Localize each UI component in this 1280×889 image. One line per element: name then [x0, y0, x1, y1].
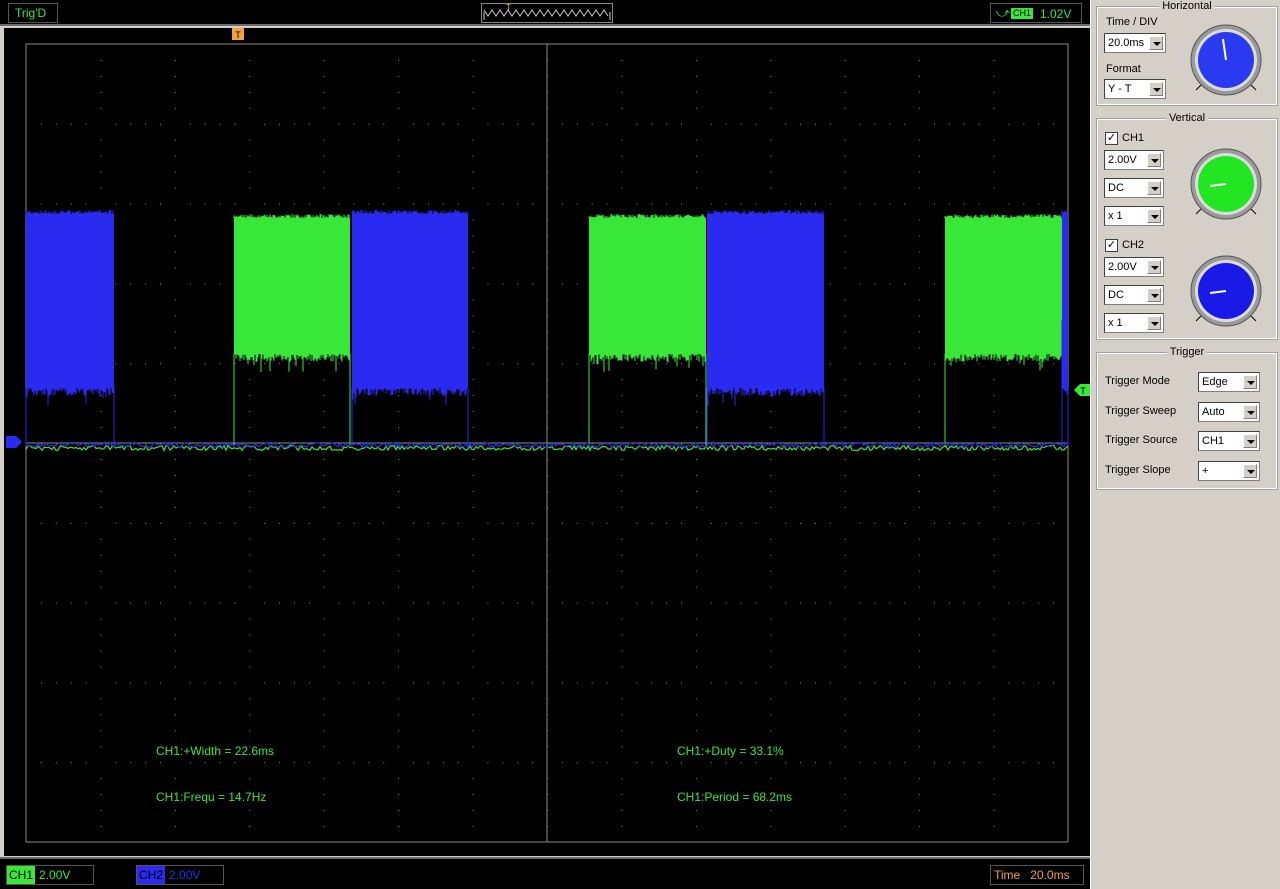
trigger-sweep-select[interactable]: Auto	[1198, 402, 1260, 422]
chevron-down-icon	[1147, 316, 1161, 330]
ch2-scale-indicator: CH2 2.00V	[136, 865, 224, 885]
waveform-area: T T CH1:+Width = 22.6ms CH1:+Duty = 33.1…	[6, 28, 1090, 843]
ch1-scale-indicator: CH1 2.00V	[6, 865, 94, 885]
ch2-label: CH2	[1122, 239, 1145, 251]
vertical-group: Vertical ✓ CH1 2.00V DC x 1 ✓ CH2 2.00V …	[1096, 112, 1278, 340]
trigger-position-preview[interactable]: T	[481, 3, 613, 23]
vertical-title: Vertical	[1165, 112, 1209, 124]
trigger-channel-badge: CH1	[1011, 8, 1034, 19]
time-div-label: Time / DIV	[1106, 16, 1158, 28]
chevron-down-icon	[1243, 434, 1257, 448]
time-label: Time	[994, 868, 1021, 882]
chevron-down-icon	[1243, 405, 1257, 419]
trigger-position-marker[interactable]: T	[232, 28, 244, 40]
ch2-volts-select[interactable]: 2.00V	[1104, 257, 1164, 277]
chevron-down-icon	[1147, 260, 1161, 274]
trigger-slope-label: Trigger Slope	[1105, 464, 1171, 476]
ch2-burst	[25, 210, 115, 446]
ch2-volts-knob[interactable]	[1188, 255, 1264, 331]
scope-display[interactable]: T T CH1:+Width = 22.6ms CH1:+Duty = 33.1…	[4, 28, 1090, 856]
ch-ground-marker[interactable]	[6, 436, 22, 448]
trigger-info: ⤻ CH1 1.02V	[990, 3, 1082, 23]
ch1-label: CH1	[1122, 132, 1145, 144]
trigger-sweep-label: Trigger Sweep	[1105, 405, 1177, 417]
ch2-scale: 2.00V	[169, 868, 201, 882]
trigger-level-marker[interactable]: T	[1074, 384, 1090, 396]
ch1-coupling-select[interactable]: DC	[1104, 178, 1164, 198]
grid	[25, 43, 1069, 843]
ch1-burst	[944, 214, 1063, 446]
trigger-source-label: Trigger Source	[1105, 434, 1178, 446]
control-panel: Horizontal Time / DIV 20.0ms Format Y - …	[1090, 0, 1280, 889]
time-base-knob[interactable]	[1188, 24, 1264, 100]
rising-edge-icon: ⤻	[996, 5, 1010, 20]
time-base-indicator: Time 20.0ms	[990, 865, 1084, 885]
chevron-down-icon	[1147, 153, 1161, 167]
trigger-title: Trigger	[1166, 346, 1208, 358]
ch1-tag: CH1	[7, 866, 36, 884]
trigger-group: Trigger Trigger Mode Edge Trigger Sweep …	[1096, 346, 1278, 490]
trigger-mode-label: Trigger Mode	[1105, 375, 1171, 387]
ch2-probe-select[interactable]: x 1	[1104, 313, 1164, 333]
ch1-scale: 2.00V	[39, 868, 71, 882]
ch2-burst	[1061, 210, 1069, 446]
measurements: CH1:+Width = 22.6ms CH1:+Duty = 33.1% CH…	[156, 744, 792, 804]
chevron-down-icon	[1147, 288, 1161, 302]
ch1-burst	[588, 214, 707, 446]
trigger-slope-select[interactable]: +	[1198, 461, 1260, 481]
ch1-volts-select[interactable]: 2.00V	[1104, 150, 1164, 170]
measurement-frequency: CH1:Frequ = 14.7Hz	[156, 790, 266, 804]
ch1-burst	[233, 214, 351, 446]
trigger-status: Trig'D	[8, 3, 58, 23]
chevron-down-icon	[1243, 375, 1257, 389]
markers: T T	[6, 28, 1090, 448]
top-status-bar: Trig'D T ⤻ CH1 1.02V	[0, 0, 1090, 26]
time-value: 20.0ms	[1030, 868, 1070, 882]
trigger-mode-select[interactable]: Edge	[1198, 372, 1260, 392]
ch1-enable-checkbox[interactable]: ✓	[1105, 132, 1118, 145]
measurement-width: CH1:+Width = 22.6ms	[156, 744, 274, 758]
chevron-down-icon	[1149, 82, 1163, 96]
ch1-probe-select[interactable]: x 1	[1104, 206, 1164, 226]
format-label: Format	[1106, 63, 1141, 75]
preview-waveform	[483, 9, 611, 20]
format-select[interactable]: Y - T	[1104, 79, 1166, 99]
chevron-down-icon	[1147, 181, 1161, 195]
ch1-volts-knob[interactable]	[1188, 148, 1264, 224]
ch2-burst	[706, 210, 825, 446]
ch2-burst	[351, 210, 469, 446]
svg-text:T: T	[235, 30, 241, 40]
bottom-status-bar: CH1 2.00V CH2 2.00V Time 20.0ms	[0, 857, 1090, 889]
measurement-period: CH1:Period = 68.2ms	[677, 790, 792, 804]
chevron-down-icon	[1243, 464, 1257, 478]
ch2-enable-checkbox[interactable]: ✓	[1105, 239, 1118, 252]
horizontal-group: Horizontal Time / DIV 20.0ms Format Y - …	[1096, 0, 1278, 106]
horizontal-title: Horizontal	[1159, 0, 1215, 12]
chevron-down-icon	[1147, 209, 1161, 223]
ch2-coupling-select[interactable]: DC	[1104, 285, 1164, 305]
ch2-tag: CH2	[137, 866, 166, 884]
chevron-down-icon	[1149, 36, 1163, 50]
trigger-level: 1.02V	[1040, 7, 1072, 21]
measurement-duty: CH1:+Duty = 33.1%	[677, 744, 784, 758]
preview-trigger-marker: T	[506, 3, 511, 12]
svg-text:T: T	[1080, 386, 1086, 396]
time-div-select[interactable]: 20.0ms	[1104, 33, 1166, 53]
trigger-source-select[interactable]: CH1	[1198, 431, 1260, 451]
